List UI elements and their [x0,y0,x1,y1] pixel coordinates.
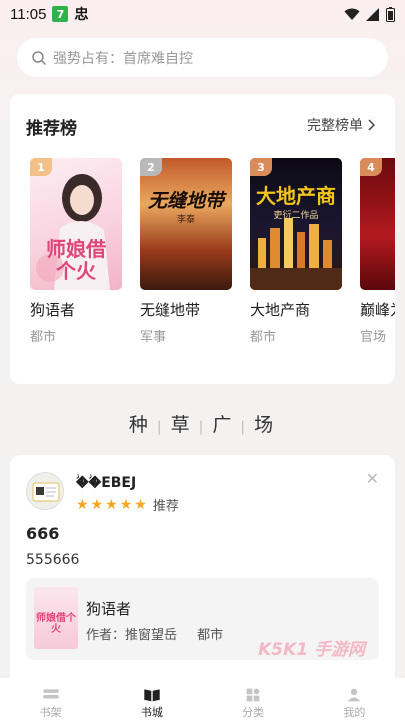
cover-title: 无缝地带 [147,190,224,212]
star-icon: ★ [119,496,133,513]
mini-cover-title: 师娘借个火 [36,613,76,635]
book-name: 巅峰为 [360,301,395,319]
section-title-char: 场 [254,414,277,436]
cover-title: 师娘借个火 [46,237,106,283]
tab-label: 我的 [343,706,366,719]
ranking-book[interactable]: 2 无缝地带 李泰 无缝地带 军事 [140,158,232,345]
book-category: 都市 [30,330,57,345]
open-book-icon [144,689,160,702]
rank-badge: 4 [360,158,382,176]
full-ranking-label: 完整榜单 [307,118,363,134]
tab-profile[interactable]: 我的 [324,688,384,720]
book-cover[interactable]: 4 [360,158,395,290]
rank-badge: 2 [140,158,162,176]
book-name: 大地产商 [250,301,311,319]
wifi-icon [344,8,360,20]
tab-label: 书架 [39,706,62,719]
ranking-book[interactable]: 4 巅峰为 官场 [360,158,395,345]
post-body: 555666 [26,552,80,568]
book-cover[interactable]: 3 大地产商 吏衍二作品 [250,158,342,290]
tab-label: 分类 [242,706,265,719]
section-title-char: 草 [170,414,193,436]
ranking-book-list: 1 师娘借个火 狗语者 都市 2 无缝地带 李泰 无缝地带 军事 3 大地产商 … [30,158,395,345]
section-title: 种 | 草 | 广 | 场 [128,414,277,436]
ranking-book[interactable]: 1 师娘借个火 狗语者 都市 [30,158,122,345]
book-category: 都市 [250,330,277,345]
star-icon: ★ [90,496,104,513]
status-bar: 11:05 7 忠 [0,0,405,28]
notification-app-icon: 忠 [74,7,89,23]
rating-label: 推荐 [152,499,179,514]
cover-illustration [250,218,342,290]
bookshelf-icon [42,689,59,699]
book-cover: 师娘借个火 [34,587,78,649]
avatar-image [32,482,60,502]
post-title: 666 [26,524,60,543]
ranking-book[interactable]: 3 大地产商 吏衍二作品 大地产商 都市 [250,158,342,345]
star-icon: ★ [105,496,118,513]
watermark: K5K1 手游网 [258,640,365,660]
ranking-title: 推荐榜 [26,119,77,139]
search-icon [32,50,47,65]
recommend-ranking-card: 推荐榜 完整榜单 1 师娘借个火 狗语者 都市 2 无缝地带 李泰 无缝地带 军… [10,94,395,384]
app-badge-icon: 7 [52,6,69,22]
tab-bookstore[interactable]: 书城 [122,688,182,720]
tab-category[interactable]: 分类 [223,688,283,720]
signal-icon [366,7,379,21]
book-name: 无缝地带 [140,301,201,319]
community-post-card[interactable]: �ؗ�ؗEBEJ ★ ★ ★ ★ ★ 推荐 ✕ 666 555666 师娘借个火… [10,455,395,695]
search-placeholder: 强势占有：首席难自控 [53,50,193,67]
user-icon [348,688,361,702]
cover-title: 大地产商 [256,184,336,208]
star-icon: ★ [76,496,89,513]
cover-author: 吏衍二作品 [273,211,319,221]
tab-bookshelf[interactable]: 书架 [21,688,81,720]
post-book-category: 都市 [197,628,224,643]
avatar[interactable] [26,472,64,510]
section-title-char: 广 [212,414,235,436]
book-category: 军事 [140,330,167,345]
book-cover[interactable]: 1 师娘借个火 [30,158,122,290]
full-ranking-link[interactable]: 完整榜单 [307,115,375,135]
post-book-meta: 作者：推窗望岳 都市 [86,624,223,643]
chevron-right-icon [368,119,375,131]
post-book-author: 作者：推窗望岳 [86,628,178,643]
tab-label: 书城 [140,706,163,719]
post-username: �ؗ�ؗEBEJ [76,475,137,491]
rank-badge: 1 [30,158,52,176]
bottom-tab-bar: 书架 书城 分类 我的 [0,678,405,720]
post-rating: ★ ★ ★ ★ ★ 推荐 [76,495,179,515]
rank-badge: 3 [250,158,272,176]
close-icon[interactable]: ✕ [366,469,379,488]
category-grid-icon [246,688,260,702]
star-icon: ★ [134,496,147,513]
post-book-name: 狗语者 [86,600,132,618]
battery-icon [386,6,395,22]
book-category: 官场 [360,330,387,345]
status-icons [344,6,395,22]
section-title-char: 种 [128,414,151,436]
book-name: 狗语者 [30,301,76,319]
search-bar[interactable]: 强势占有：首席难自控 [17,38,388,77]
book-cover[interactable]: 2 无缝地带 李泰 [140,158,232,290]
status-time: 11:05 [10,5,47,23]
cover-author: 李泰 [176,215,195,225]
